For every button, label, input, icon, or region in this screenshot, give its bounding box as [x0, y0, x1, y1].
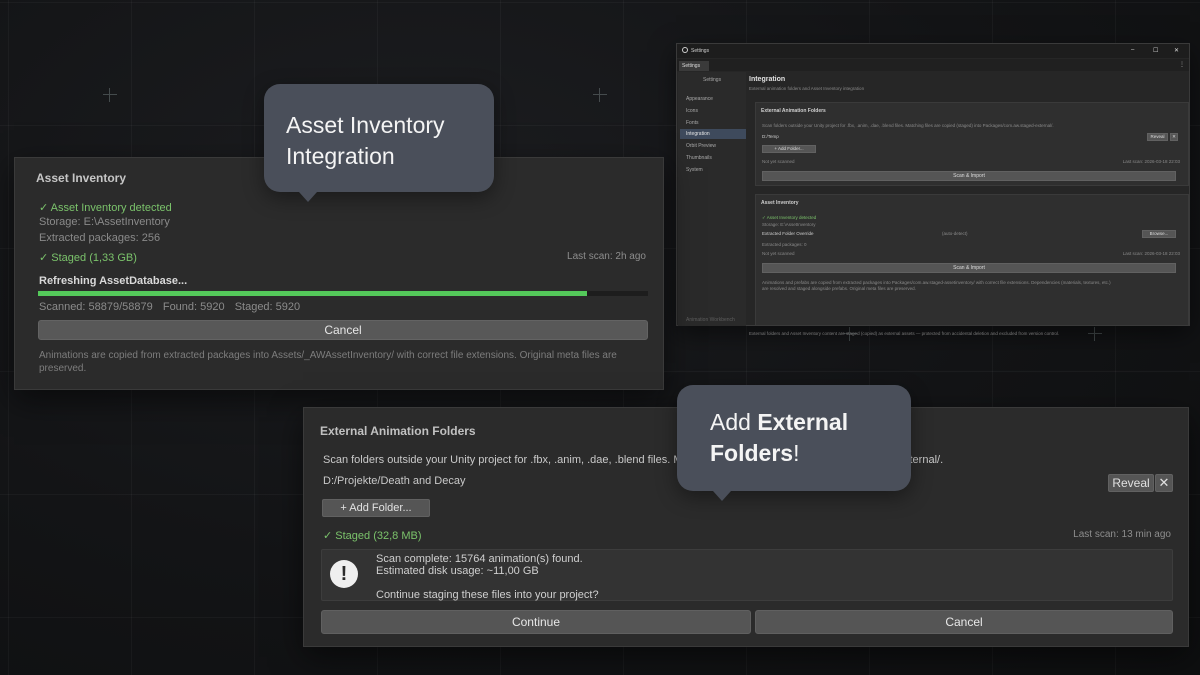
tab-bar: Settings ⋮ — [677, 59, 1189, 71]
tab-settings[interactable]: Settings — [679, 61, 709, 71]
override-value: (auto-detect) — [942, 231, 968, 236]
cancel-button[interactable]: Cancel — [755, 610, 1173, 634]
extracted-packages: Extracted packages: 0 — [762, 242, 807, 247]
callout-bold-text: External — [757, 409, 849, 435]
more-options-icon[interactable]: ⋮ — [1179, 61, 1185, 68]
storage-path: Storage: E:\AssetInventory — [762, 222, 816, 227]
settings-sidebar: Settings Appearance Icons Fonts Integrat… — [678, 72, 746, 326]
close-icon[interactable]: ✕ — [1174, 47, 1179, 54]
browse-button[interactable]: Browse... — [1142, 230, 1176, 238]
sidebar-item-system[interactable]: System — [686, 167, 703, 173]
panel-title: External Animation Folders — [320, 424, 476, 438]
add-folder-button[interactable]: + Add Folder... — [322, 499, 430, 517]
callout-line: Add External — [710, 407, 911, 438]
warning-icon: ! — [330, 560, 358, 588]
storage-path: Storage: E:\AssetInventory — [39, 216, 170, 228]
found-count: Found: 5920 — [162, 301, 225, 313]
progress-bar-fill — [38, 291, 587, 296]
reveal-button[interactable]: Reveal — [1147, 133, 1168, 141]
panel-description: Scan folders outside your Unity project … — [323, 454, 689, 466]
grid-cross-marker — [593, 88, 607, 102]
staged-status: ✓ Staged (1,33 GB) — [39, 252, 137, 264]
scan-status: Not yet scanned — [762, 251, 795, 256]
panel-title: Asset Inventory — [36, 171, 127, 185]
detected-status: ✓ Asset Inventory detected — [762, 215, 817, 220]
last-scan-timestamp: Last scan: 2h ago — [567, 251, 646, 262]
sidebar-header: Settings — [703, 77, 722, 83]
sidebar-item-integration[interactable]: Integration — [680, 129, 746, 139]
window-titlebar: Settings – ☐ ✕ — [677, 44, 1189, 58]
scan-status: Not yet scanned — [762, 159, 795, 164]
override-label: Extracted Folder Override — [762, 231, 814, 236]
section-note: are resolved and staged alongside prefab… — [762, 286, 916, 291]
scan-import-button[interactable]: Scan & Import — [762, 263, 1176, 273]
settings-window: Settings – ☐ ✕ Settings ⋮ Settings Appea… — [676, 43, 1190, 336]
scan-result-text: Scan complete: 15764 animation(s) found. — [376, 553, 583, 565]
section-title: Asset Inventory — [761, 200, 799, 206]
staged-status: ✓ Staged (32,8 MB) — [323, 530, 422, 542]
detected-status: ✓ Asset Inventory detected — [39, 202, 172, 214]
folder-path: D:/Temp — [762, 134, 779, 139]
panel-note: Animations are copied from extracted pac… — [39, 350, 617, 374]
confirm-question-text: Continue staging these files into your p… — [376, 589, 599, 601]
page-subtitle: External animation folders and Asset Inv… — [749, 86, 865, 91]
last-scan-timestamp: Last scan: 2026-03-18 22:03 — [1122, 159, 1180, 164]
sidebar-item-thumbnails[interactable]: Thumbnails — [686, 155, 712, 161]
callout-text: Add — [710, 409, 758, 435]
callout-add-external-folders: Add External Folders! — [677, 385, 911, 501]
sidebar-item-appearance[interactable]: Appearance — [686, 96, 713, 102]
remove-folder-button[interactable]: ✕ — [1155, 474, 1173, 492]
callout-line: Integration — [286, 143, 395, 169]
extracted-packages: Extracted packages: 256 — [39, 232, 161, 244]
section-title: External Animation Folders — [761, 108, 826, 114]
grid-cross-marker — [103, 88, 117, 102]
refreshing-status: Refreshing AssetDatabase... — [39, 275, 188, 287]
external-folders-section: External Animation Folders Scan folders … — [755, 102, 1189, 186]
section-note: Animations and prefabs are copied from e… — [762, 280, 1111, 285]
disk-usage-text: Estimated disk usage: ~11,00 GB — [376, 565, 539, 577]
callout-line: Asset Inventory — [286, 112, 445, 138]
settings-footer-note: External folders and Asset Inventory con… — [749, 331, 1060, 336]
last-scan-timestamp: Last scan: 13 min ago — [1073, 529, 1171, 540]
asset-inventory-section: Asset Inventory ✓ Asset Inventory detect… — [755, 194, 1189, 326]
callout-text: ! — [793, 440, 800, 466]
scanned-count: Scanned: 58879/58879 — [39, 301, 153, 313]
remove-folder-button[interactable]: ✕ — [1170, 133, 1178, 141]
settings-gear-icon — [682, 47, 688, 53]
continue-button[interactable]: Continue — [321, 610, 751, 634]
progress-bar — [38, 291, 648, 296]
confirmation-help-box: ! Scan complete: 15764 animation(s) foun… — [321, 549, 1173, 601]
sidebar-item-fonts[interactable]: Fonts — [686, 120, 699, 126]
reveal-button[interactable]: Reveal — [1108, 474, 1154, 492]
sidebar-footer: Animation Workbench — [686, 317, 735, 323]
callout-bold-text: Folders — [710, 440, 794, 466]
sidebar-item-icons[interactable]: Icons — [686, 108, 698, 114]
add-folder-button[interactable]: + Add Folder... — [762, 145, 816, 153]
minimize-icon[interactable]: – — [1131, 47, 1134, 53]
callout-asset-inventory-integration: Asset Inventory Integration — [264, 84, 494, 202]
maximize-icon[interactable]: ☐ — [1153, 47, 1158, 54]
sidebar-item-orbit-preview[interactable]: Orbit Preview — [686, 143, 716, 149]
folder-path: D:/Projekte/Death and Decay — [323, 475, 466, 487]
callout-line: Folders! — [710, 438, 911, 469]
grid-cross-marker — [1088, 327, 1102, 341]
cancel-button[interactable]: Cancel — [38, 320, 648, 340]
window-title: Settings — [691, 48, 710, 54]
last-scan-timestamp: Last scan: 2026-03-18 22:03 — [1122, 251, 1180, 256]
section-description: Scan folders outside your Unity project … — [762, 123, 1054, 128]
staged-count: Staged: 5920 — [234, 301, 301, 313]
scan-import-button[interactable]: Scan & Import — [762, 171, 1176, 181]
scan-counts: Scanned: 58879/58879 Found: 5920 Staged:… — [39, 301, 307, 313]
page-title: Integration — [749, 76, 786, 83]
